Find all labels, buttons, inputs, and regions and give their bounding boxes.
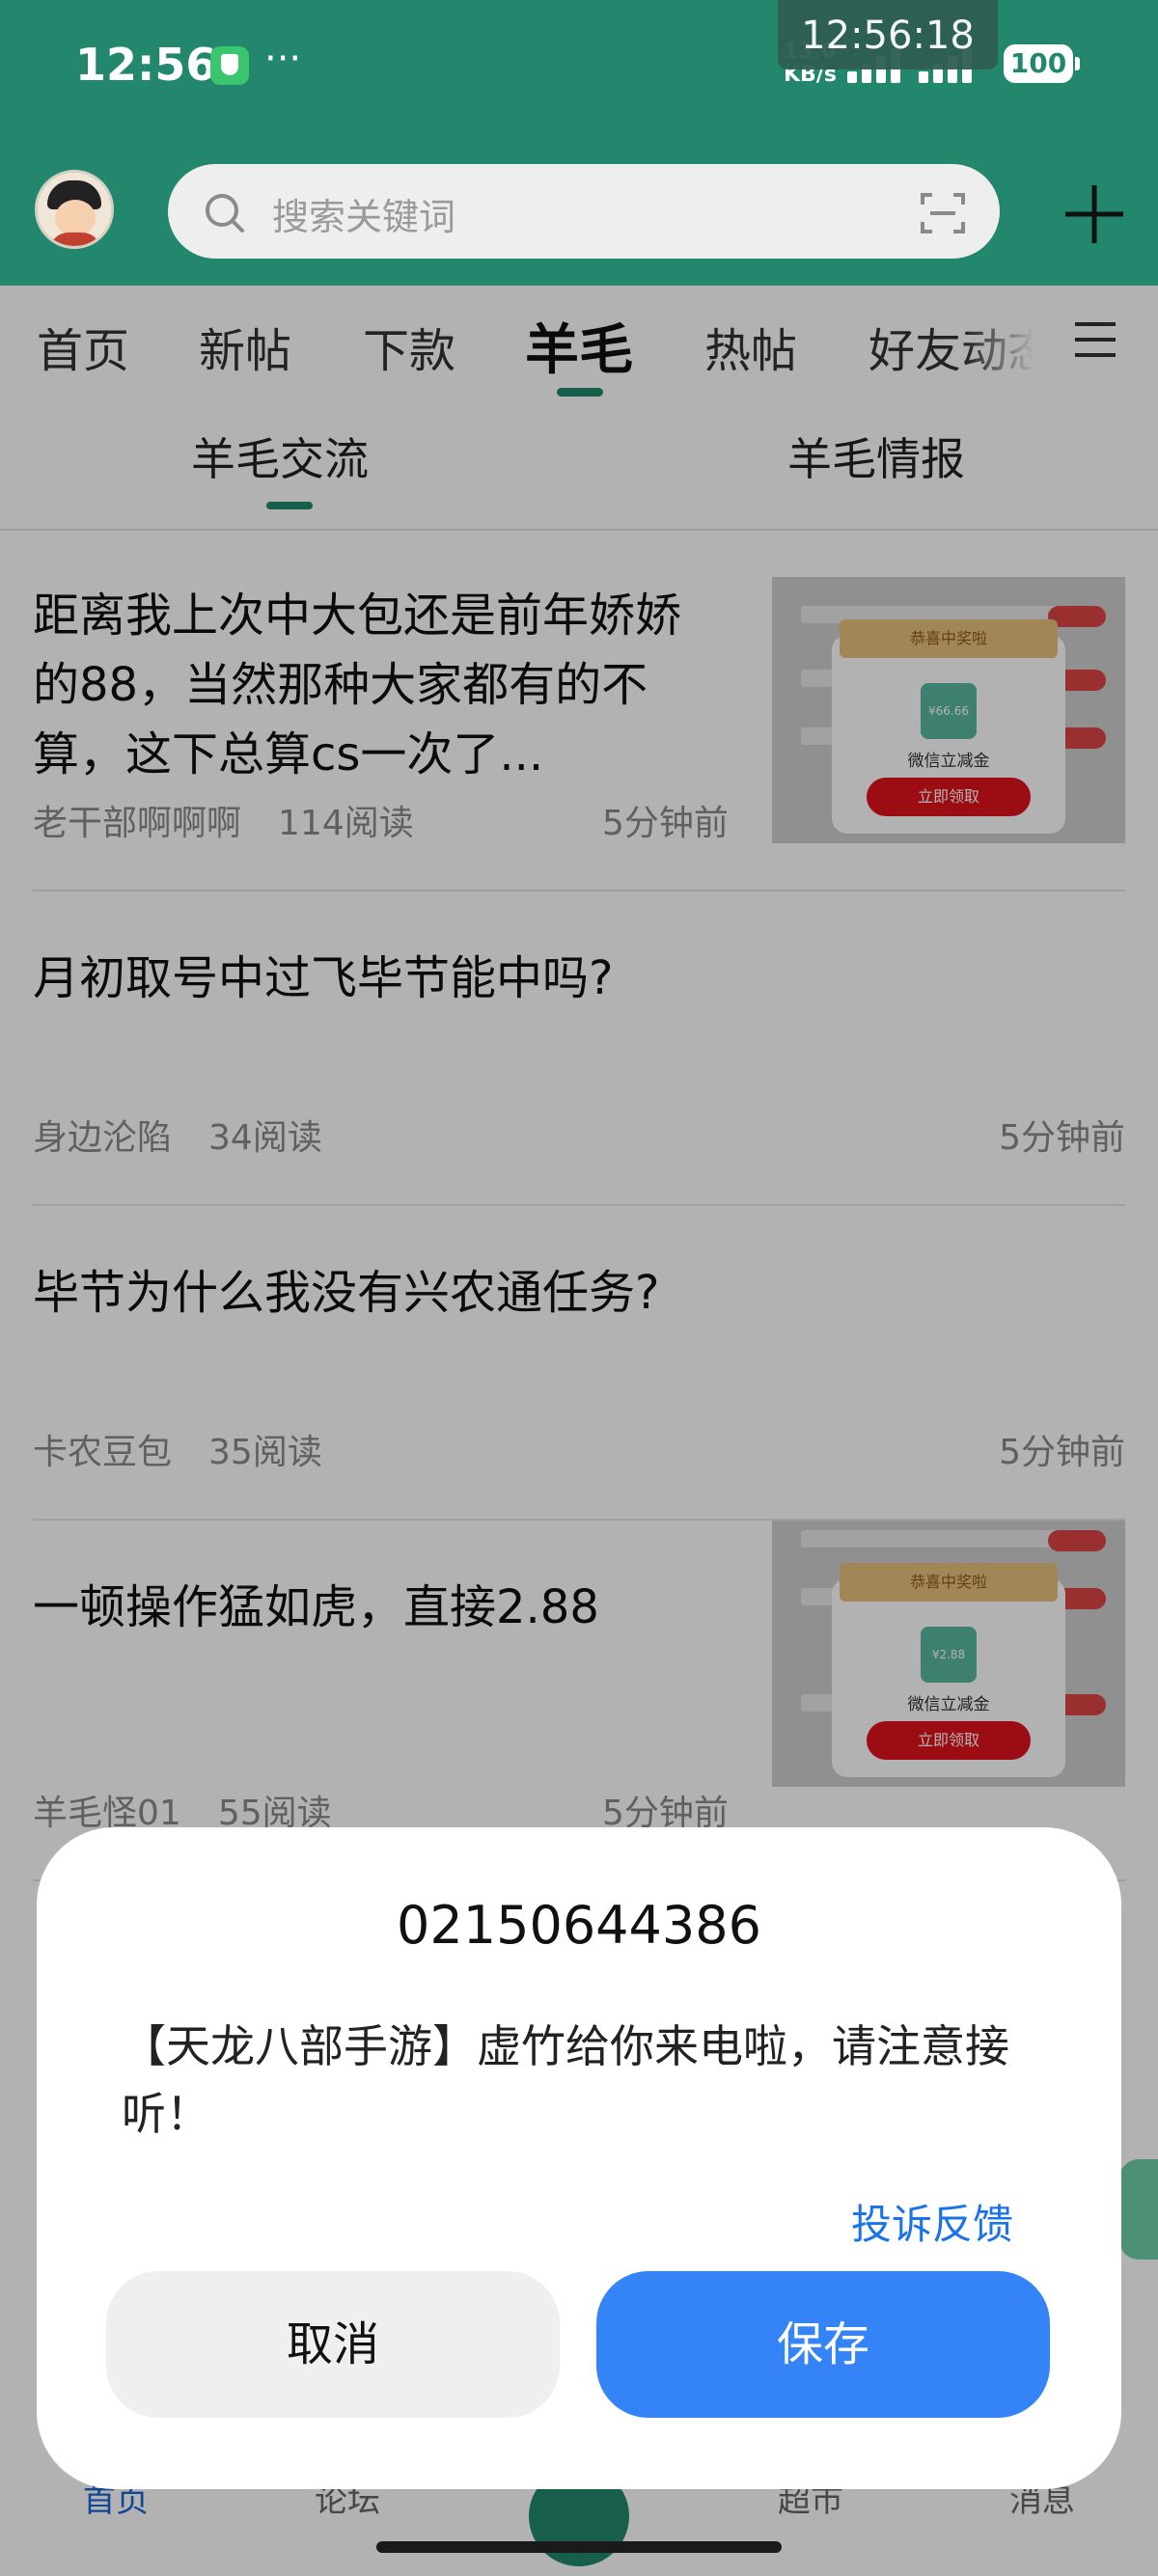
report-feedback-link[interactable]: 投诉反馈 <box>851 2192 1013 2251</box>
scan-icon[interactable] <box>919 189 967 237</box>
save-button[interactable]: 保存 <box>596 2271 1050 2418</box>
clock-overlay: 12:56:18 <box>778 0 998 69</box>
home-indicator[interactable] <box>376 2541 782 2553</box>
status-time: 12:56 <box>75 39 217 91</box>
dialog-message: 【天龙八部手游】虚竹给你来电啦，请注意接听！ <box>122 2020 1009 2140</box>
incoming-call-dialog: 02150644386 【天龙八部手游】虚竹给你来电啦，请注意接听！ 投诉反馈 … <box>37 1827 1121 2489</box>
search-icon <box>206 194 244 233</box>
app-header: 搜索关键词 <box>0 145 1158 286</box>
dialog-phone-number: 02150644386 <box>397 1895 761 1956</box>
add-post-icon[interactable] <box>1062 181 1127 247</box>
more-notifications-icon: ··· <box>264 37 302 81</box>
search-input[interactable]: 搜索关键词 <box>168 164 1000 259</box>
cancel-button[interactable]: 取消 <box>106 2271 560 2418</box>
security-shield-icon <box>210 46 249 85</box>
battery-icon: 100 <box>1004 44 1080 83</box>
user-avatar[interactable] <box>35 170 114 249</box>
status-bar: 12:56 ··· 13.0 KB/s 100 12:56:18 <box>0 0 1158 145</box>
search-placeholder: 搜索关键词 <box>272 196 456 238</box>
